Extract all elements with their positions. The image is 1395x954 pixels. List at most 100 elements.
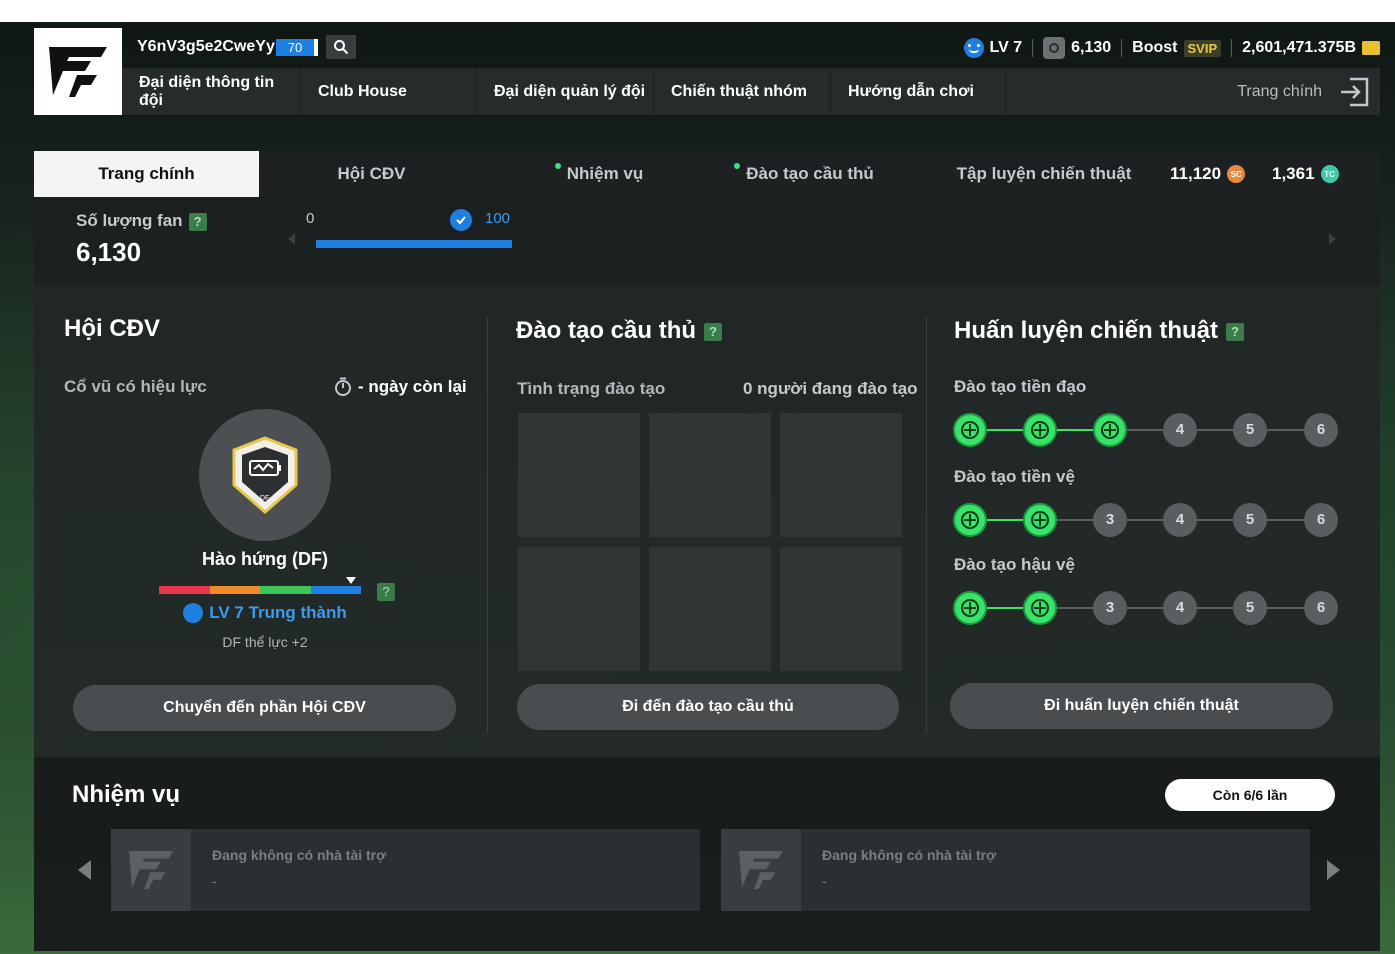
- tactic-skill-icon[interactable]: [1023, 413, 1057, 447]
- tab-player-training[interactable]: Đào tạo cầu thủ: [704, 151, 904, 197]
- help-icon[interactable]: ?: [1226, 322, 1245, 341]
- tactic-skill-icon[interactable]: [953, 413, 987, 447]
- check-icon: [450, 209, 472, 231]
- fan-progress-track: [316, 240, 512, 248]
- cheer-name: Hào hứng (DF): [201, 549, 328, 569]
- tactic-skill-icon[interactable]: [1093, 413, 1127, 447]
- mission-text: Đang không có nhà tài trợ: [212, 847, 387, 863]
- nav-club-house[interactable]: Club House: [301, 68, 477, 115]
- sc-amount: 11,120: [1170, 164, 1222, 183]
- training-slot[interactable]: [780, 413, 902, 537]
- tactic-node[interactable]: 3: [1093, 503, 1127, 537]
- content-area: Hội CĐV Cổ vũ có hiệu lực - ngày còn lại…: [34, 285, 1380, 757]
- tactics-track: [1057, 519, 1093, 521]
- training-slot[interactable]: [649, 413, 771, 537]
- missions-title: Nhiệm vụ: [72, 781, 181, 808]
- mission-sub: -: [822, 873, 827, 889]
- search-button[interactable]: [326, 35, 356, 59]
- nav-team-info[interactable]: Đại diện thông tin đội: [122, 68, 301, 115]
- mission-card[interactable]: Đang không có nhà tài trợ -: [111, 829, 700, 911]
- go-supporters-button[interactable]: Chuyển đến phần Hội CĐV: [73, 685, 456, 731]
- separator: [1032, 39, 1034, 57]
- tactic-node[interactable]: 4: [1163, 503, 1197, 537]
- training-slot[interactable]: [780, 547, 902, 671]
- next-arrow-icon[interactable]: [1327, 860, 1340, 880]
- tab-missions[interactable]: Nhiệm vụ: [504, 151, 694, 197]
- fc-logo[interactable]: [34, 28, 122, 115]
- tactics-row-label: Đào tạo hậu vệ: [954, 555, 1075, 574]
- shield-icon: [232, 436, 298, 514]
- mission-card[interactable]: Đang không có nhà tài trợ -: [721, 829, 1310, 911]
- prev-arrow-icon[interactable]: [78, 860, 91, 880]
- home-button[interactable]: Trang chính: [1237, 68, 1370, 115]
- tab-missions-label: Nhiệm vụ: [566, 164, 644, 183]
- club-title: Hội CĐV: [64, 315, 160, 342]
- help-icon[interactable]: ?: [377, 583, 395, 601]
- tactics-track: [987, 607, 1023, 609]
- fan-count-row: Số lượng fan? 6,130 0 100: [34, 197, 1380, 285]
- separator: [1121, 39, 1123, 57]
- tactics-track: [1057, 607, 1093, 609]
- nav-guide[interactable]: Hướng dẫn chơi: [831, 68, 1006, 115]
- nav-team-management[interactable]: Đại diện quản lý đội: [477, 68, 654, 115]
- tactic-node[interactable]: 4: [1163, 413, 1197, 447]
- tab-player-training-label: Đào tạo cầu thủ: [746, 164, 874, 183]
- training-slot[interactable]: [518, 413, 640, 537]
- main-nav: Đại diện thông tin đội Club House Đại di…: [122, 68, 1380, 115]
- tactic-skill-icon[interactable]: [1023, 503, 1057, 537]
- tactics-track: [1127, 519, 1163, 521]
- home-label: Trang chính: [1237, 82, 1322, 100]
- tactic-node[interactable]: 6: [1304, 413, 1338, 447]
- tactics-track: [1197, 429, 1233, 431]
- tactic-node[interactable]: 5: [1233, 413, 1267, 447]
- status-bar: LV 7 6,130 Boost SVIP 2,601,471.375B: [963, 36, 1380, 60]
- go-tactics-button[interactable]: Đi huấn luyện chiến thuật: [950, 683, 1333, 729]
- fc-logo-icon: [49, 46, 107, 97]
- level-badge: 70: [276, 39, 318, 56]
- cheer-badge[interactable]: DF: [199, 409, 331, 541]
- tactics-track: [1267, 429, 1304, 431]
- training-slot[interactable]: [649, 547, 771, 671]
- tactic-node[interactable]: 4: [1163, 591, 1197, 625]
- prev-arrow-icon[interactable]: [288, 233, 295, 245]
- tactic-skill-icon[interactable]: [953, 591, 987, 625]
- tactic-node[interactable]: 5: [1233, 591, 1267, 625]
- exit-icon: [1341, 77, 1369, 106]
- sc-coin-icon: SC: [1227, 165, 1246, 183]
- tab-tactics-practice[interactable]: Tập luyện chiến thuật: [944, 151, 1144, 197]
- help-icon[interactable]: ?: [188, 213, 207, 231]
- tactics-track: [1127, 429, 1163, 431]
- next-arrow-icon[interactable]: [1329, 233, 1336, 245]
- tactic-node[interactable]: 5: [1233, 503, 1267, 537]
- tactics-track: [1267, 607, 1304, 609]
- coins-icon: [1362, 41, 1380, 55]
- nav-team-tactics[interactable]: Chiến thuật nhóm: [654, 68, 831, 115]
- tc-currency: 1,361 TC: [1272, 151, 1339, 197]
- training-slot[interactable]: [518, 547, 640, 671]
- fan-count-label: Số lượng fan?: [76, 211, 207, 231]
- tactics-track: [1127, 607, 1163, 609]
- boost-label: Boost: [1132, 39, 1178, 56]
- tactic-node[interactable]: 6: [1304, 503, 1338, 537]
- loyalty-bar: [159, 586, 361, 594]
- go-training-button[interactable]: Đi đến đào tạo cầu thủ: [517, 684, 899, 730]
- tactic-skill-icon[interactable]: [953, 503, 987, 537]
- username: Y6nV3g5e2CweYy: [137, 38, 275, 55]
- training-count: 0 người đang đào tạo: [743, 379, 918, 398]
- training-title-text: Đào tạo cầu thủ: [516, 317, 697, 344]
- tactics-track: [1057, 429, 1093, 431]
- help-icon[interactable]: ?: [704, 322, 723, 341]
- tab-home[interactable]: Trang chính: [34, 151, 259, 197]
- tactic-node[interactable]: 6: [1304, 591, 1338, 625]
- fan-count-value: 6,130: [76, 237, 142, 267]
- fan-level-text: LV 7: [989, 39, 1023, 56]
- tactics-title-text: Huấn luyện chiến thuật: [954, 317, 1219, 344]
- scale-end: 100: [485, 210, 511, 227]
- training-status-label: Tình trạng đào tạo: [517, 379, 666, 398]
- fan-smile-icon: [963, 38, 984, 58]
- scale-start: 0: [306, 210, 315, 227]
- tab-supporters[interactable]: Hội CĐV: [259, 151, 484, 197]
- tactic-skill-icon[interactable]: [1023, 591, 1057, 625]
- effect-label: Cổ vũ có hiệu lực: [64, 377, 207, 396]
- tactic-node[interactable]: 3: [1093, 591, 1127, 625]
